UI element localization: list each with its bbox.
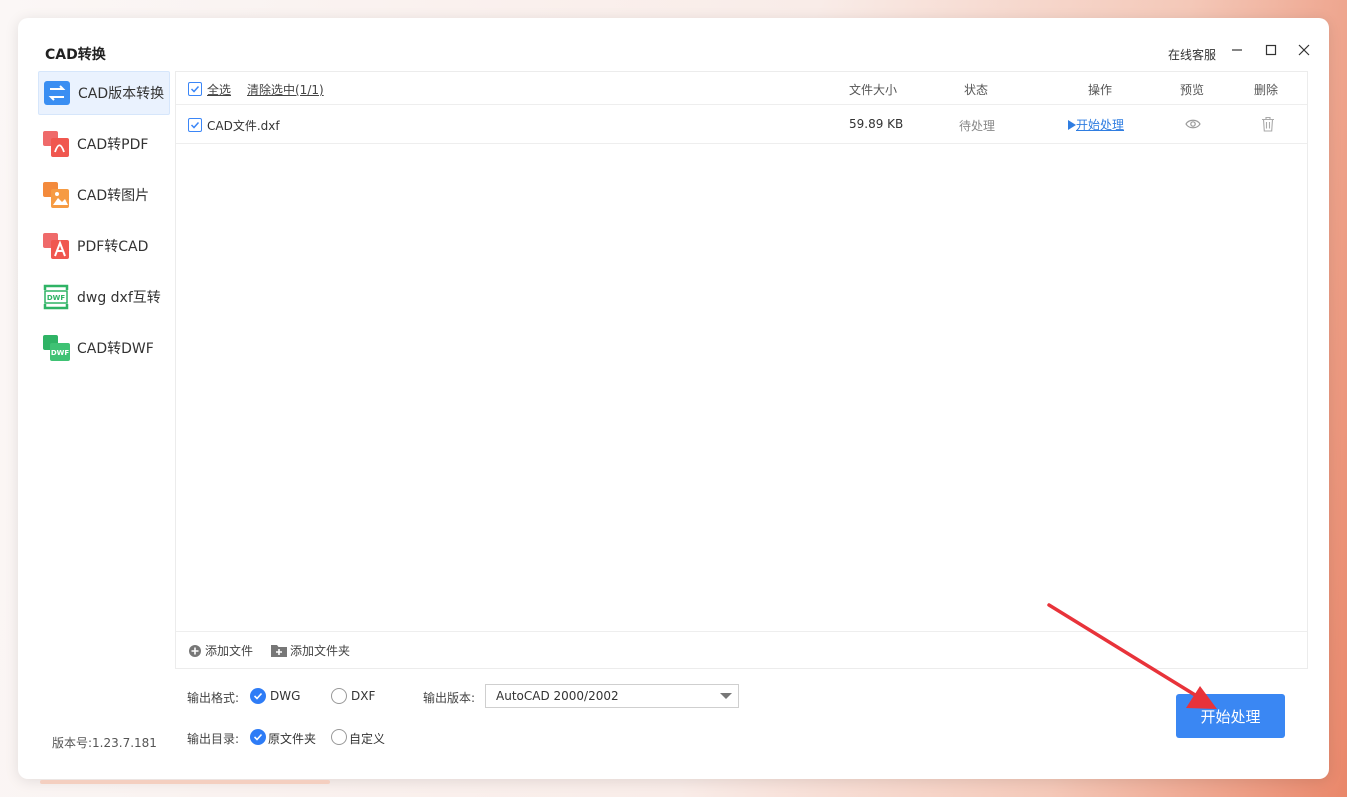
preview-button[interactable] <box>1185 117 1201 134</box>
column-status: 状态 <box>964 83 989 97</box>
output-format-label: 输出格式: <box>187 691 240 705</box>
file-name: CAD文件.dxf <box>207 119 280 133</box>
check-icon <box>190 121 200 129</box>
check-icon <box>190 85 200 93</box>
format-radio-dxf[interactable] <box>331 688 347 704</box>
cad-a-icon <box>43 233 69 259</box>
table-header: 全选 清除选中(1/1) 文件大小 状态 操作 预览 删除 <box>176 72 1307 105</box>
minimize-icon <box>1232 49 1242 51</box>
sidebar-item-label: CAD转图片 <box>77 188 150 204</box>
file-status: 待处理 <box>959 119 996 133</box>
dir-option-custom[interactable]: 自定义 <box>349 730 385 747</box>
add-file-label: 添加文件 <box>205 644 254 658</box>
sidebar-item-pdf-to-cad[interactable]: PDF转CAD <box>38 224 170 268</box>
close-button[interactable] <box>1294 40 1314 60</box>
output-dir-label: 输出目录: <box>187 732 240 746</box>
add-folder-label: 添加文件夹 <box>290 644 351 658</box>
column-preview: 预览 <box>1180 83 1205 97</box>
sidebar-item-cad-to-dwf[interactable]: DWF CAD转DWF <box>38 326 170 370</box>
add-file-button[interactable]: 添加文件 <box>188 642 253 659</box>
sidebar-item-cad-to-image[interactable]: CAD转图片 <box>38 173 170 217</box>
output-version-label: 输出版本: <box>423 691 476 705</box>
version-select-value: AutoCAD 2000/2002 <box>496 689 619 703</box>
version-select[interactable]: AutoCAD 2000/2002 <box>485 684 739 708</box>
format-option-dwg[interactable]: DWG <box>270 689 300 703</box>
clear-selection-link[interactable]: 清除选中(1/1) <box>247 81 324 98</box>
sidebar-item-cad-to-pdf[interactable]: CAD转PDF <box>38 122 170 166</box>
window-title: CAD转换 <box>45 47 106 63</box>
sidebar-item-label: CAD版本转换 <box>78 86 165 102</box>
format-radio-dwg[interactable] <box>250 688 266 704</box>
column-action: 操作 <box>1088 83 1113 97</box>
column-size: 文件大小 <box>849 83 898 97</box>
start-process-button[interactable]: 开始处理 <box>1176 694 1285 738</box>
dwf-swap-icon: DWF <box>43 284 69 310</box>
dir-radio-custom[interactable] <box>331 729 347 745</box>
maximize-button[interactable] <box>1261 40 1281 60</box>
row-checkbox[interactable] <box>188 118 202 132</box>
sidebar-item-label: CAD转DWF <box>77 341 154 357</box>
row-start-link[interactable]: 开始处理 <box>1067 116 1124 133</box>
folder-plus-icon <box>271 645 287 657</box>
column-delete: 删除 <box>1254 83 1279 97</box>
sidebar-item-label: CAD转PDF <box>77 137 149 153</box>
file-panel-footer: 添加文件 添加文件夹 <box>176 631 1307 669</box>
trash-icon <box>1262 116 1274 132</box>
sidebar-item-dwg-dxf[interactable]: DWF dwg dxf互转 <box>38 275 170 319</box>
plus-circle-icon <box>189 644 201 657</box>
play-icon <box>1068 119 1076 130</box>
format-option-dxf[interactable]: DXF <box>351 689 375 703</box>
minimize-button[interactable] <box>1227 40 1247 60</box>
delete-button[interactable] <box>1261 116 1275 135</box>
chevron-down-icon <box>720 693 732 699</box>
image-icon <box>43 182 69 208</box>
add-folder-button[interactable]: 添加文件夹 <box>271 642 350 659</box>
svg-text:DWF: DWF <box>47 294 66 302</box>
maximize-icon <box>1265 44 1277 56</box>
version-label: 版本号:1.23.7.181 <box>52 736 157 750</box>
pdf-icon <box>43 131 69 157</box>
dwf-file-icon: DWF <box>43 335 70 361</box>
convert-arrows-icon <box>44 81 70 105</box>
eye-icon <box>1185 119 1201 129</box>
customer-service-link[interactable]: 在线客服 <box>1168 46 1216 63</box>
sidebar-item-label: dwg dxf互转 <box>77 290 161 306</box>
row-start-label: 开始处理 <box>1076 118 1125 132</box>
svg-text:DWF: DWF <box>51 349 70 357</box>
check-icon <box>253 733 263 741</box>
file-size: 59.89 KB <box>849 117 904 131</box>
select-all-checkbox[interactable] <box>188 82 202 96</box>
scroll-hint <box>40 780 330 784</box>
select-all-link[interactable]: 全选 <box>207 81 231 98</box>
sidebar: CAD版本转换 CAD转PDF CAD转图片 PDF转CAD DWF dwg d… <box>38 71 170 377</box>
close-icon <box>1298 44 1310 56</box>
check-icon <box>253 692 263 700</box>
app-window: CAD转换 在线客服 CAD版本转换 CAD转PDF CAD转图片 PDF转CA… <box>18 18 1329 779</box>
sidebar-item-label: PDF转CAD <box>77 239 149 255</box>
sidebar-item-cad-version[interactable]: CAD版本转换 <box>38 71 170 115</box>
dir-radio-original[interactable] <box>250 729 266 745</box>
file-list-panel: 全选 清除选中(1/1) 文件大小 状态 操作 预览 删除 CAD文件.dxf … <box>175 71 1308 669</box>
dir-option-original[interactable]: 原文件夹 <box>268 730 316 747</box>
table-row: CAD文件.dxf 59.89 KB 待处理 开始处理 <box>176 105 1307 144</box>
